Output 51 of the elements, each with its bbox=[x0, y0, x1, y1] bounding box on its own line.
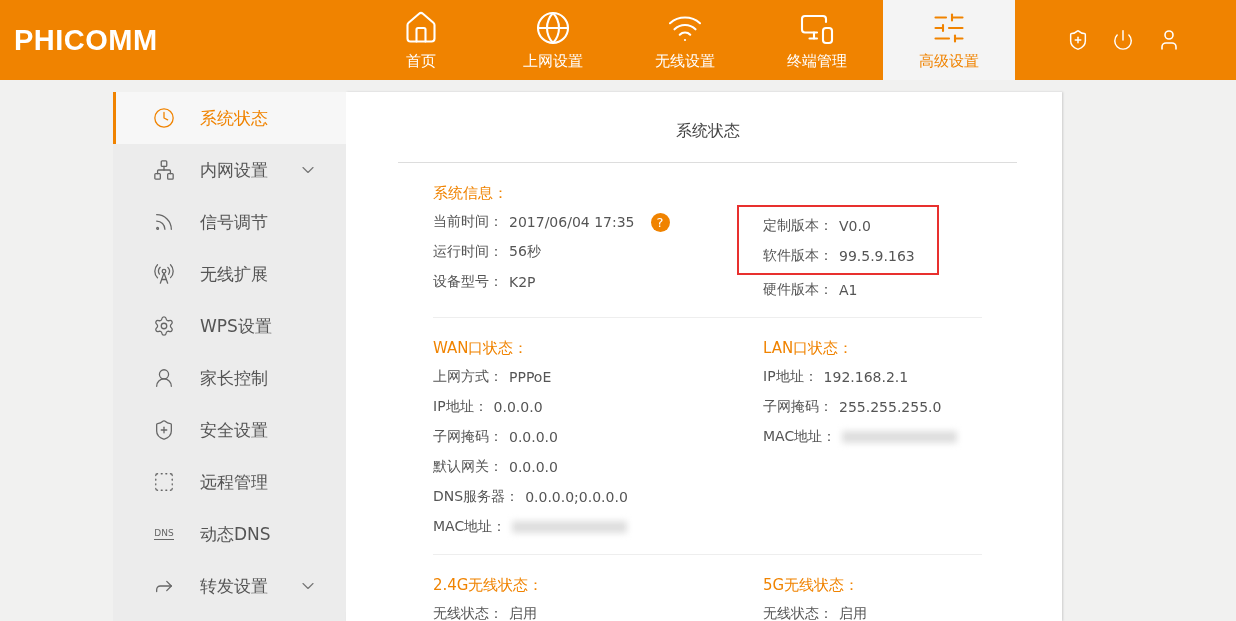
menu-icon bbox=[153, 159, 175, 181]
info-label: 运行时间： bbox=[433, 243, 503, 261]
info-value: 2017/06/04 17:35 bbox=[509, 214, 635, 230]
info-value: K2P bbox=[509, 274, 536, 290]
info-value: 255.255.255.0 bbox=[839, 399, 942, 415]
info-label: 子网掩码： bbox=[433, 428, 503, 446]
info-value: 0.0.0.0 bbox=[493, 399, 543, 415]
info-value: 0.0.0.0 bbox=[509, 429, 558, 445]
info-label: IP地址： bbox=[763, 368, 818, 386]
info-value: 56秒 bbox=[509, 243, 541, 261]
info-value: 启用 bbox=[839, 605, 867, 621]
info-value: PPPoE bbox=[509, 369, 552, 385]
info-value: V0.0 bbox=[839, 218, 871, 234]
info-label: MAC地址： bbox=[433, 518, 507, 536]
info-value: 启用 bbox=[509, 605, 537, 621]
panel-title: 系统状态 bbox=[398, 92, 1017, 163]
info-value: 0.0.0.0 bbox=[509, 459, 558, 475]
nav-icon bbox=[403, 9, 439, 46]
info-label: MAC地址： bbox=[763, 428, 837, 446]
section-heading: WAN口状态： bbox=[433, 338, 530, 359]
info-label: IP地址： bbox=[433, 398, 488, 416]
info-label: 无线状态： bbox=[763, 605, 833, 621]
section-heading: 5G无线状态： bbox=[763, 575, 861, 596]
info-label: 默认网关： bbox=[433, 458, 503, 476]
info-label: 子网掩码： bbox=[763, 398, 833, 416]
menu-icon bbox=[153, 419, 175, 441]
section-heading: LAN口状态： bbox=[763, 338, 855, 359]
info-value: 192.168.2.1 bbox=[823, 369, 909, 385]
info-label: 当前时间： bbox=[433, 213, 503, 231]
info-label: 软件版本： bbox=[763, 247, 833, 265]
section-heading: 2.4G无线状态： bbox=[433, 575, 545, 596]
info-value: 99.5.9.163 bbox=[839, 248, 915, 264]
info-label: 定制版本： bbox=[763, 217, 833, 235]
menu-icon bbox=[153, 315, 175, 337]
logo: PHICOMM bbox=[13, 22, 159, 58]
menu-icon bbox=[153, 211, 175, 233]
info-value: 0.0.0.0;0.0.0.0 bbox=[525, 489, 628, 505]
power-icon[interactable] bbox=[1112, 29, 1134, 51]
menu-icon bbox=[153, 263, 175, 285]
info-label: DNS服务器： bbox=[433, 488, 520, 506]
info-label: 硬件版本： bbox=[763, 281, 833, 299]
section-heading: 系统信息： bbox=[433, 183, 509, 204]
info-label: 无线状态： bbox=[433, 605, 503, 621]
info-label: 上网方式： bbox=[433, 368, 503, 386]
menu-icon bbox=[153, 367, 175, 389]
shield-icon[interactable] bbox=[1067, 29, 1089, 51]
menu-icon bbox=[153, 107, 175, 129]
info-value: A1 bbox=[839, 282, 858, 298]
info-label: 设备型号： bbox=[433, 273, 503, 291]
nav-icon bbox=[535, 9, 571, 46]
menu-icon bbox=[153, 471, 175, 493]
